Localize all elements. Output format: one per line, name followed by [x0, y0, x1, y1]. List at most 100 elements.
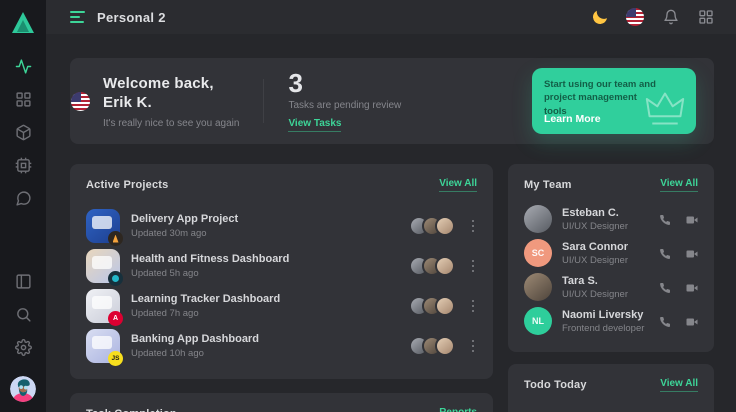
activity-icon[interactable] — [15, 58, 32, 75]
firebase-icon — [108, 231, 123, 246]
project-thumbnail — [86, 249, 120, 283]
project-updated: Updated 5h ago — [131, 268, 289, 279]
sidebar-nav — [15, 58, 32, 207]
kebab-menu-icon[interactable] — [469, 337, 478, 356]
project-row-banking-app[interactable]: JS Banking App Dashboard Updated 10h ago — [86, 329, 477, 363]
dashboard-icon[interactable] — [15, 91, 32, 108]
angular-icon: A — [108, 311, 123, 326]
view-tasks-link[interactable]: View Tasks — [288, 118, 341, 132]
sidebar — [0, 0, 46, 412]
phone-icon[interactable] — [659, 247, 671, 259]
video-call-icon[interactable] — [686, 281, 698, 293]
member-avatar — [524, 273, 552, 301]
us-flag-icon[interactable] — [626, 8, 644, 26]
kebab-menu-icon[interactable] — [469, 257, 478, 276]
reports-link[interactable]: Reports — [439, 407, 477, 412]
team-member-list: Esteban C. UI/UX Designer SC Sara Connor — [524, 205, 698, 335]
bell-icon[interactable] — [663, 9, 679, 25]
active-projects-view-all-link[interactable]: View All — [439, 178, 477, 192]
project-member-avatars — [409, 336, 455, 356]
main-content: Welcome back, Erik K. It's really nice t… — [46, 34, 736, 412]
crown-icon — [642, 89, 688, 129]
pending-tasks-count: 3 — [288, 70, 401, 96]
welcome-subtitle: It's really nice to see you again — [103, 118, 239, 129]
apps-icon[interactable] — [698, 9, 714, 25]
project-member-avatars — [409, 296, 455, 316]
team-member-tara[interactable]: Tara S. UI/UX Designer — [524, 273, 698, 301]
project-updated: Updated 30m ago — [131, 228, 238, 239]
sidebar-bottom-nav — [10, 273, 36, 402]
layout-icon[interactable] — [15, 273, 32, 290]
member-avatar — [524, 205, 552, 233]
team-member-naomi[interactable]: NL Naomi Liversky Frontend developer — [524, 307, 698, 335]
welcome-text: Welcome back, Erik K. It's really nice t… — [103, 74, 239, 129]
search-icon[interactable] — [15, 306, 32, 323]
project-member-avatars — [409, 256, 455, 276]
project-name: Health and Fitness Dashboard — [131, 253, 289, 265]
my-team-panel: My Team View All Esteban C. UI/UX Design… — [508, 164, 714, 352]
box-icon[interactable] — [15, 124, 32, 141]
project-name: Learning Tracker Dashboard — [131, 293, 280, 305]
project-updated: Updated 10h ago — [131, 348, 259, 359]
tech-badge-icon — [108, 271, 123, 286]
settings-gear-icon[interactable] — [15, 339, 32, 356]
project-row-delivery-app[interactable]: Delivery App Project Updated 30m ago — [86, 209, 477, 243]
javascript-icon: JS — [108, 351, 123, 366]
pending-tasks-label: Tasks are pending review — [288, 100, 401, 111]
cpu-icon[interactable] — [15, 157, 32, 174]
promo-card[interactable]: Start using our team and project managem… — [532, 68, 696, 134]
member-name: Naomi Liversky — [562, 309, 644, 321]
sidebar-user-avatar[interactable] — [10, 376, 36, 402]
page-title: Personal 2 — [97, 10, 166, 25]
active-projects-panel: Active Projects View All Delivery App Pr… — [70, 164, 493, 379]
member-role: UI/UX Designer — [562, 255, 628, 266]
project-thumbnail — [86, 209, 120, 243]
video-call-icon[interactable] — [686, 213, 698, 225]
phone-icon[interactable] — [659, 315, 671, 327]
member-name: Tara S. — [562, 275, 628, 287]
header-actions — [593, 8, 714, 26]
moon-icon[interactable] — [591, 8, 608, 25]
welcome-username: Erik K. — [103, 94, 152, 111]
my-team-view-all-link[interactable]: View All — [660, 178, 698, 192]
project-thumbnail: A — [86, 289, 120, 323]
active-projects-title: Active Projects — [86, 179, 168, 191]
kebab-menu-icon[interactable] — [469, 217, 478, 236]
project-row-health-fitness[interactable]: Health and Fitness Dashboard Updated 5h … — [86, 249, 477, 283]
divider — [263, 79, 264, 123]
top-header: Personal 2 — [46, 0, 736, 34]
phone-icon[interactable] — [659, 281, 671, 293]
menu-icon[interactable] — [70, 11, 85, 23]
member-avatar: NL — [524, 307, 552, 335]
project-name: Banking App Dashboard — [131, 333, 259, 345]
member-role: UI/UX Designer — [562, 221, 628, 232]
member-role: UI/UX Designer — [562, 289, 628, 300]
project-list: Delivery App Project Updated 30m ago Hea… — [86, 207, 477, 363]
pending-tasks-stat: 3 Tasks are pending review View Tasks — [288, 70, 401, 132]
todo-today-view-all-link[interactable]: View All — [660, 378, 698, 392]
project-updated: Updated 7h ago — [131, 308, 280, 319]
phone-icon[interactable] — [659, 213, 671, 225]
todo-today-title: Todo Today — [524, 379, 587, 391]
task-completion-title: Task Completion — [86, 408, 177, 412]
team-member-esteban[interactable]: Esteban C. UI/UX Designer — [524, 205, 698, 233]
chat-icon[interactable] — [15, 190, 32, 207]
member-role: Frontend developer — [562, 323, 644, 334]
member-name: Esteban C. — [562, 207, 628, 219]
project-thumbnail: JS — [86, 329, 120, 363]
welcome-greeting: Welcome back, — [103, 75, 214, 92]
user-flag-icon — [71, 92, 90, 111]
my-team-title: My Team — [524, 179, 572, 191]
member-name: Sara Connor — [562, 241, 628, 253]
project-member-avatars — [409, 216, 455, 236]
video-call-icon[interactable] — [686, 247, 698, 259]
project-name: Delivery App Project — [131, 213, 238, 225]
video-call-icon[interactable] — [686, 315, 698, 327]
app-logo-icon[interactable] — [10, 10, 36, 36]
todo-today-panel: Todo Today View All — [508, 364, 714, 412]
learn-more-link[interactable]: Learn More — [544, 113, 601, 125]
project-row-learning-tracker[interactable]: A Learning Tracker Dashboard Updated 7h … — [86, 289, 477, 323]
kebab-menu-icon[interactable] — [469, 297, 478, 316]
task-completion-panel: Task Completion Reports — [70, 393, 493, 412]
team-member-sara[interactable]: SC Sara Connor UI/UX Designer — [524, 239, 698, 267]
